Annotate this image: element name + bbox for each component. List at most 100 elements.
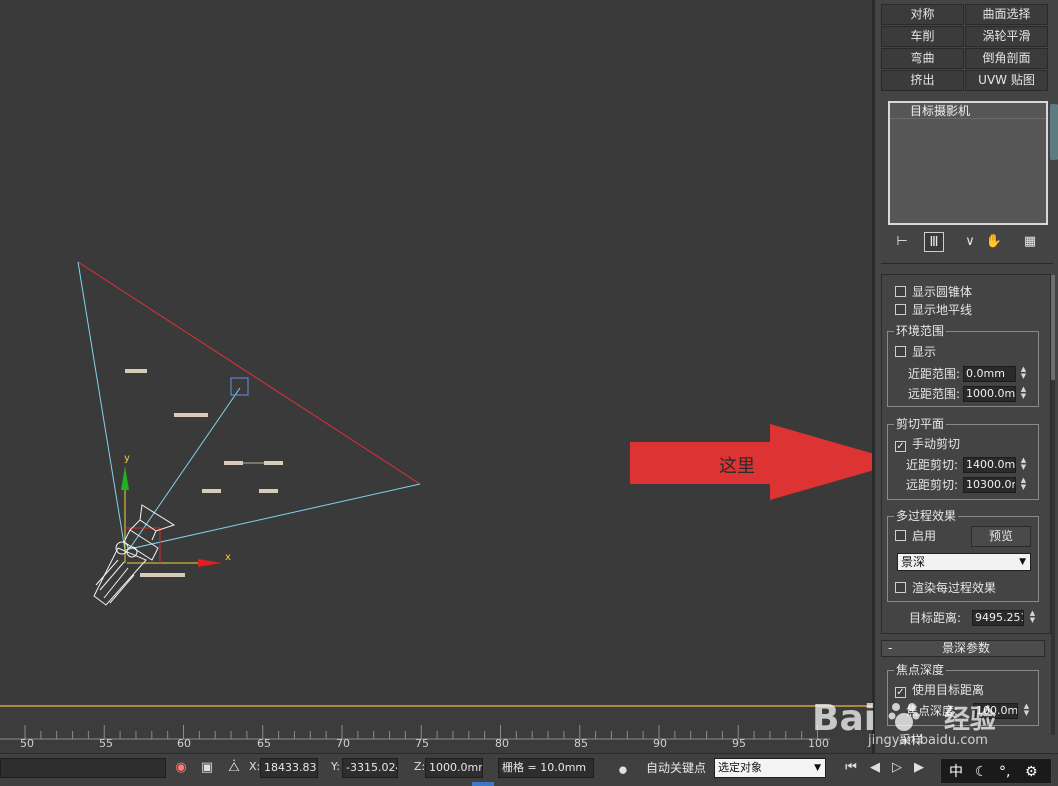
spinner-icon[interactable]: ▲ ▼ [1018,366,1029,382]
checkmark-icon[interactable]: ✓ [895,441,906,452]
group-title: 环境范围 [894,324,947,338]
gizmo-y-label: y [124,453,130,464]
x-coord-field[interactable]: 18433.838 [260,758,318,778]
y-coord-field[interactable]: -3315.024 [342,758,398,778]
ime-toolbar[interactable]: 中 ☾ °, ⚙ [940,758,1052,784]
checkbox-box[interactable] [895,304,906,315]
modify-panel: 对称 曲面选择 车削 涡轮平滑 弯曲 倒角剖面 挤出 UVW 贴图 目标摄影机 … [872,0,1058,753]
show-cone-checkbox[interactable]: 显示圆锥体 [895,284,972,300]
scene-fragment [125,369,147,373]
far-clip-field[interactable]: 10300.0m [963,477,1016,493]
timeline-tick-label: 55 [99,737,113,750]
app-root: x y 这里 50 55 60 65 70 75 80 85 90 95 100… [0,0,1058,786]
modifier-button-uvw-map[interactable]: UVW 贴图 [965,70,1048,91]
frustum-edge-left [77,261,126,551]
prompt-line[interactable] [0,758,166,778]
panel-scrollbar[interactable] [1051,275,1055,735]
panel-scrollbar-thumb[interactable] [1051,275,1055,380]
spinner-icon[interactable]: ▲ ▼ [1018,386,1029,402]
modifier-button-bend[interactable]: 弯曲 [881,48,964,69]
modifier-stack[interactable]: 目标摄影机 [888,101,1048,225]
checkbox-box[interactable] [895,286,906,297]
z-coord-field[interactable]: 1000.0mm [425,758,483,778]
go-to-start-icon[interactable]: ⏮ [842,759,860,777]
camera-target-box[interactable] [230,377,249,396]
spinner-icon[interactable]: ▲ ▼ [1018,457,1029,473]
x-coord-label: X: [249,760,261,773]
far-range-label: 远距范围: [908,387,961,401]
near-range-field[interactable]: 0.0mm [963,366,1016,382]
modifier-button-lathe[interactable]: 车削 [881,26,964,47]
checkbox-box[interactable] [895,530,906,541]
viewport-scene: x y [77,261,421,606]
isolate-selection-icon[interactable]: ◉ [172,759,190,777]
modifier-button-bevel-profile[interactable]: 倒角剖面 [965,48,1048,69]
timeline-tick-label: 50 [20,737,34,750]
timeline-tick-label: 75 [415,737,429,750]
selection-set-dropdown[interactable]: 选定对象 ▼ [714,758,826,778]
absolute-mode-icon[interactable]: ⧊ [225,759,243,777]
status-bar: ◉ ▣ ⧊ X: 18433.838 Y: -3315.024 Z: 1000.… [0,753,1058,786]
group-title: 焦点深度 [894,663,947,677]
paw-icon [888,703,920,731]
z-coord-label: Z: [414,760,426,773]
stack-item-target-camera[interactable]: 目标摄影机 [890,103,1046,119]
frustum-edge-bottom [124,483,421,551]
near-range-label: 近距范围: [908,367,961,381]
modifier-button-turbosmooth[interactable]: 涡轮平滑 [965,26,1048,47]
manual-clip-checkbox[interactable]: ✓ 手动剪切 [895,436,960,452]
timeline-tick-label: 95 [732,737,746,750]
group-title: 剪切平面 [894,417,947,431]
gizmo-x-arrow [198,559,222,567]
effect-type-dropdown[interactable]: 景深 ▼ [897,553,1031,571]
effect-type-value: 景深 [901,555,926,569]
spinner-icon[interactable]: ▲ ▼ [1027,610,1038,626]
timeline[interactable]: 50 55 60 65 70 75 80 85 90 95 100 [0,707,872,753]
env-show-checkbox[interactable]: 显示 [895,344,936,360]
chevron-down-icon: ▼ [814,763,821,773]
render-each-pass-checkbox[interactable]: 渲染每过程效果 [895,580,996,596]
ime-mode-label[interactable]: 中 [949,762,963,782]
perspective-viewport[interactable]: x y [0,0,872,706]
key-icon[interactable]: ⚫— [610,762,636,786]
command-panel-scroll-handle[interactable] [1050,104,1058,160]
target-distance-label: 目标距离: [909,611,962,625]
modifier-button-extrude[interactable]: 挤出 [881,70,964,91]
checkbox-box[interactable] [895,582,906,593]
remove-modifier-icon[interactable]: ✋ [984,232,1004,252]
gizmo-x-label: x [225,552,231,563]
far-clip-label: 远距剪切: [906,478,959,492]
moon-icon[interactable]: ☾ [975,762,988,782]
timeline-tick-label: 85 [574,737,588,750]
far-range-field[interactable]: 1000.0mm [963,386,1016,402]
divider [881,263,1053,264]
preview-button[interactable]: 预览 [971,526,1031,547]
spinner-icon[interactable]: ▲ ▼ [1021,703,1032,719]
near-clip-field[interactable]: 1400.0mm [963,457,1016,473]
multipass-enable-checkbox[interactable]: 启用 [895,528,936,544]
y-coord-label: Y: [331,760,340,773]
timeline-tick-label: 90 [653,737,667,750]
dof-rollout-header[interactable]: - 景深参数 [881,640,1045,657]
play-icon[interactable]: ▷ [888,759,906,777]
gear-icon[interactable]: ⚙ [1025,762,1038,782]
lock-icon[interactable]: ▣ [198,759,216,777]
pin-stack-icon[interactable]: ⊢ [892,232,912,252]
modifier-button-symmetry[interactable]: 对称 [881,4,964,25]
next-frame-icon[interactable]: ▶ [910,759,928,777]
punctuation-icon[interactable]: °, [999,762,1010,782]
show-horizon-checkbox[interactable]: 显示地平线 [895,302,972,318]
previous-frame-icon[interactable]: ◀ [866,759,884,777]
camera-wireframe[interactable] [93,504,176,606]
auto-key-button[interactable]: 自动关键点 [646,758,706,778]
make-unique-icon[interactable]: ∨ [960,232,980,252]
modifier-button-surface-select[interactable]: 曲面选择 [965,4,1048,25]
target-distance-field[interactable]: 9495.251 [972,610,1024,626]
key-mode-indicator [472,782,494,786]
annotation-arrow [630,424,902,500]
configure-sets-icon[interactable]: ▦ [1020,232,1040,252]
show-end-result-icon[interactable]: Ⅲ [924,232,944,252]
scene-fragment [202,489,221,493]
spinner-icon[interactable]: ▲ ▼ [1018,477,1029,493]
checkbox-box[interactable] [895,346,906,357]
